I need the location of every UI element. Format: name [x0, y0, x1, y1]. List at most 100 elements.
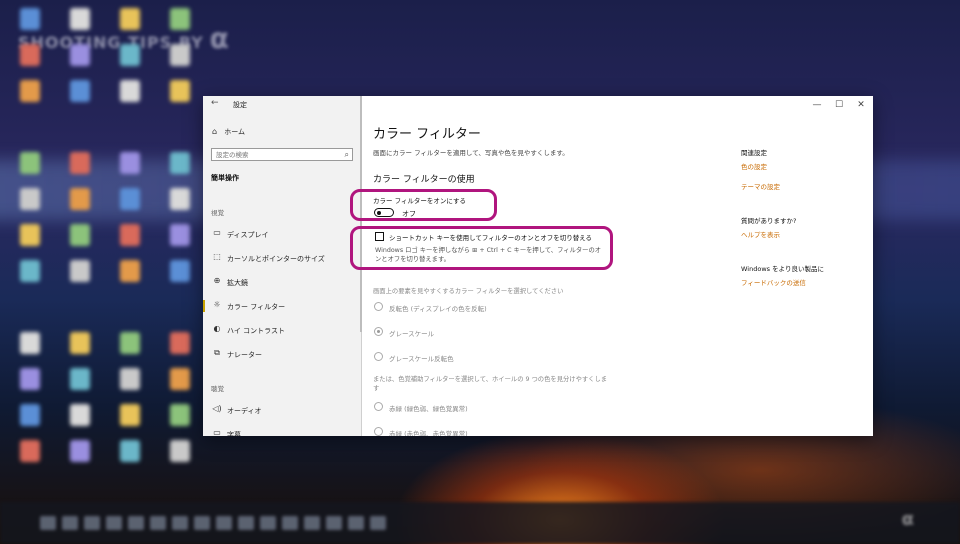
taskbar-app-icon	[194, 516, 210, 530]
highlight-toggle-annotation	[350, 189, 497, 221]
sidebar-item-label: ディスプレイ	[227, 231, 269, 239]
sidebar-item-audio[interactable]: ◁) オーディオ	[203, 401, 361, 419]
desktop-shortcut-icon	[170, 188, 190, 210]
desktop-shortcut-icon	[170, 8, 190, 30]
sidebar-item-captions[interactable]: ▭ 字幕	[203, 425, 361, 436]
sidebar-item-label: ハイ コントラスト	[227, 327, 285, 335]
search-icon[interactable]: ⌕	[345, 149, 349, 160]
desktop-shortcut-icon	[170, 404, 190, 426]
desktop-shortcut-icon	[20, 368, 40, 390]
desktop-shortcut-icon	[70, 152, 90, 174]
colorblind-description: または、色覚補助フィルターを選択して、ホイールの 9 つの色を見分けやすくします	[373, 376, 608, 392]
sidebar-item-magnifier[interactable]: ⊕ 拡大鏡	[203, 273, 361, 291]
section-title: カラー フィルターの使用	[373, 175, 475, 185]
page-title: カラー フィルター	[373, 127, 481, 142]
desktop-shortcut-icon	[170, 152, 190, 174]
back-arrow-icon[interactable]: ←	[211, 98, 219, 108]
desktop-shortcut-icon	[70, 80, 90, 102]
home-label: ホーム	[224, 128, 246, 136]
desktop-shortcut-icon	[20, 440, 40, 462]
radio-grayscale-label[interactable]: グレースケール	[389, 328, 434, 338]
taskbar-app-icon	[106, 516, 122, 530]
sidebar-group-hearing: 聴覚	[211, 385, 224, 393]
desktop-shortcut-icon	[120, 332, 140, 354]
taskbar-app-icon	[238, 516, 254, 530]
desktop-shortcut-icon	[120, 152, 140, 174]
magnifier-icon: ⊕	[213, 276, 221, 285]
sidebar-item-label: ナレーター	[227, 351, 262, 359]
sidebar-item-label: カーソルとポインターのサイズ	[227, 255, 325, 263]
desktop-shortcut-icon	[70, 44, 90, 66]
sidebar-item-label: 字幕	[227, 431, 241, 436]
desktop-shortcut-icon	[170, 440, 190, 462]
taskbar-app-icon	[128, 516, 144, 530]
desktop-shortcut-icon	[20, 44, 40, 66]
captions-icon: ▭	[213, 428, 221, 436]
sidebar-category: 簡単操作	[211, 174, 239, 182]
active-indicator	[203, 300, 205, 312]
desktop-icon-grid	[8, 0, 198, 500]
radio-deuteranopia-label[interactable]: 赤緑 (緑色弱、緑色覚異常)	[389, 403, 468, 413]
sidebar-home[interactable]: ⌂ ホーム	[212, 127, 245, 137]
search-input[interactable]	[216, 149, 336, 160]
color-filter-icon: ☼	[213, 300, 221, 309]
theme-settings-link[interactable]: テーマの設定	[741, 181, 780, 191]
radio-grayscale-inverted[interactable]	[374, 352, 383, 361]
cursor-icon: ⬚	[213, 252, 221, 261]
filter-select-label: 画面上の要素を見やすくするカラー フィルターを選択してください	[373, 288, 564, 295]
improve-heading: Windows をより良い製品に	[741, 265, 824, 273]
sidebar-item-cursor[interactable]: ⬚ カーソルとポインターのサイズ	[203, 249, 361, 267]
sidebar-item-high-contrast[interactable]: ◐ ハイ コントラスト	[203, 321, 361, 339]
taskbar-app-icon	[326, 516, 342, 530]
sidebar-item-label: 拡大鏡	[227, 279, 248, 287]
desktop-shortcut-icon	[170, 260, 190, 282]
search-box[interactable]: ⌕	[211, 148, 353, 161]
desktop-shortcut-icon	[20, 188, 40, 210]
radio-inverted-label[interactable]: 反転色 (ディスプレイの色を反転)	[389, 303, 487, 313]
radio-deuteranopia[interactable]	[374, 402, 383, 411]
related-panel: 関連設定 色の設定 テーマの設定 質問がありますか? ヘルプを表示 Window…	[741, 96, 871, 436]
desktop-shortcut-icon	[70, 188, 90, 210]
desktop-shortcut-icon	[20, 404, 40, 426]
taskbar-app-icon	[282, 516, 298, 530]
desktop-shortcut-icon	[70, 404, 90, 426]
sidebar-item-color-filter[interactable]: ☼ カラー フィルター	[203, 297, 361, 315]
question-heading: 質問がありますか?	[741, 217, 797, 225]
radio-grayscale[interactable]	[374, 327, 383, 336]
narrator-icon: ⧉	[214, 348, 220, 357]
taskbar-app-icon	[172, 516, 188, 530]
desktop-shortcut-icon	[20, 224, 40, 246]
desktop-shortcut-icon	[120, 188, 140, 210]
sidebar-item-narrator[interactable]: ⧉ ナレーター	[203, 345, 361, 363]
taskbar-app-icon	[62, 516, 78, 530]
help-link[interactable]: ヘルプを表示	[741, 229, 780, 239]
desktop-shortcut-icon	[120, 44, 140, 66]
desktop-shortcut-icon	[70, 224, 90, 246]
desktop-shortcut-icon	[170, 80, 190, 102]
desktop-shortcut-icon	[120, 80, 140, 102]
display-icon: ▭	[213, 228, 221, 237]
desktop-shortcut-icon	[70, 260, 90, 282]
desktop-shortcut-icon	[170, 224, 190, 246]
radio-inverted[interactable]	[374, 302, 383, 311]
desktop-shortcut-icon	[70, 368, 90, 390]
sidebar-item-label: オーディオ	[227, 407, 262, 415]
audio-icon: ◁)	[212, 404, 222, 413]
window-title: 設定	[233, 101, 247, 109]
desktop-shortcut-icon	[20, 152, 40, 174]
desktop-shortcut-icon	[120, 260, 140, 282]
radio-protanopia-label[interactable]: 赤緑 (赤色弱、赤色覚異常)	[389, 428, 468, 436]
desktop-shortcut-icon	[170, 332, 190, 354]
desktop-shortcut-icon	[120, 8, 140, 30]
desktop-shortcut-icon	[20, 260, 40, 282]
sidebar-item-display[interactable]: ▭ ディスプレイ	[203, 225, 361, 243]
taskbar-app-icon	[304, 516, 320, 530]
feedback-link[interactable]: フィードバックの送信	[741, 277, 806, 287]
taskbar-logo: α	[901, 509, 914, 530]
desktop-shortcut-icon	[20, 80, 40, 102]
related-heading: 関連設定	[741, 149, 767, 157]
radio-protanopia[interactable]	[374, 427, 383, 436]
desktop-shortcut-icon	[70, 8, 90, 30]
color-settings-link[interactable]: 色の設定	[741, 161, 767, 171]
radio-grayscale-inverted-label[interactable]: グレースケール反転色	[389, 353, 454, 363]
